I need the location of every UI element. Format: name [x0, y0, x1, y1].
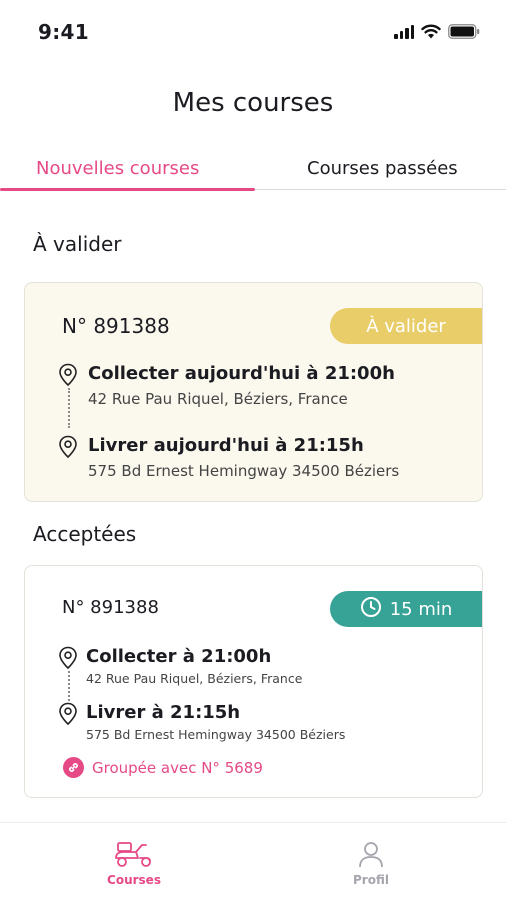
- accepted-order-card[interactable]: N° 891388 15 min Collecter à 21:00h 42 R…: [24, 565, 483, 798]
- nav-profil-label: Profil: [353, 873, 389, 887]
- grouped-order-link[interactable]: Groupée avec N° 5689: [63, 757, 263, 778]
- pickup-address: 42 Rue Pau Riquel, Béziers, France: [86, 671, 303, 686]
- status-time: 9:41: [38, 20, 89, 44]
- tab-bar: Nouvelles courses Courses passées: [0, 150, 506, 191]
- nav-profil[interactable]: Profil: [311, 839, 431, 887]
- timer-badge: 15 min: [330, 591, 482, 627]
- location-pin-icon: [58, 646, 78, 674]
- section-title-pending: À valider: [33, 232, 122, 256]
- delivery-title: Livrer à 21:15h: [86, 702, 241, 723]
- order-number: N° 891388: [62, 597, 159, 618]
- pickup-address: 42 Rue Pau Riquel, Béziers, France: [88, 390, 348, 408]
- delivery-address: 575 Bd Ernest Hemingway 34500 Béziers: [88, 462, 400, 480]
- status-bar: 9:41: [0, 0, 506, 60]
- timer-value: 15 min: [389, 598, 453, 620]
- status-icons: [394, 24, 480, 39]
- clock-icon: [360, 596, 382, 623]
- user-icon: [311, 839, 431, 869]
- wifi-icon: [421, 24, 441, 39]
- grouped-label: Groupée avec N° 5689: [92, 758, 263, 777]
- route-connector: [68, 388, 70, 428]
- location-pin-icon: [58, 435, 78, 463]
- cellular-signal-icon: [394, 24, 414, 39]
- scooter-icon: [74, 839, 194, 869]
- tab-courses-passees[interactable]: Courses passées: [307, 158, 458, 179]
- order-number: N° 891388: [62, 314, 170, 338]
- route-connector: [68, 671, 70, 701]
- section-title-accepted: Acceptées: [33, 522, 137, 546]
- nav-courses[interactable]: Courses: [74, 839, 194, 887]
- link-icon: [63, 757, 84, 778]
- tab-nouvelles-courses[interactable]: Nouvelles courses: [36, 158, 199, 179]
- location-pin-icon: [58, 702, 78, 730]
- active-tab-indicator: [0, 188, 255, 191]
- location-pin-icon: [58, 363, 78, 391]
- nav-courses-label: Courses: [107, 873, 161, 887]
- delivery-title: Livrer aujourd'hui à 21:15h: [88, 435, 364, 456]
- pending-order-card[interactable]: N° 891388 À valider Collecter aujourd'hu…: [24, 282, 483, 502]
- pickup-title: Collecter à 21:00h: [86, 646, 272, 667]
- delivery-address: 575 Bd Ernest Hemingway 34500 Béziers: [86, 727, 346, 742]
- pickup-title: Collecter aujourd'hui à 21:00h: [88, 363, 395, 384]
- bottom-nav: Courses Profil: [0, 822, 506, 900]
- page-title: Mes courses: [172, 88, 334, 118]
- status-badge: À valider: [330, 308, 482, 344]
- battery-icon: [448, 24, 480, 39]
